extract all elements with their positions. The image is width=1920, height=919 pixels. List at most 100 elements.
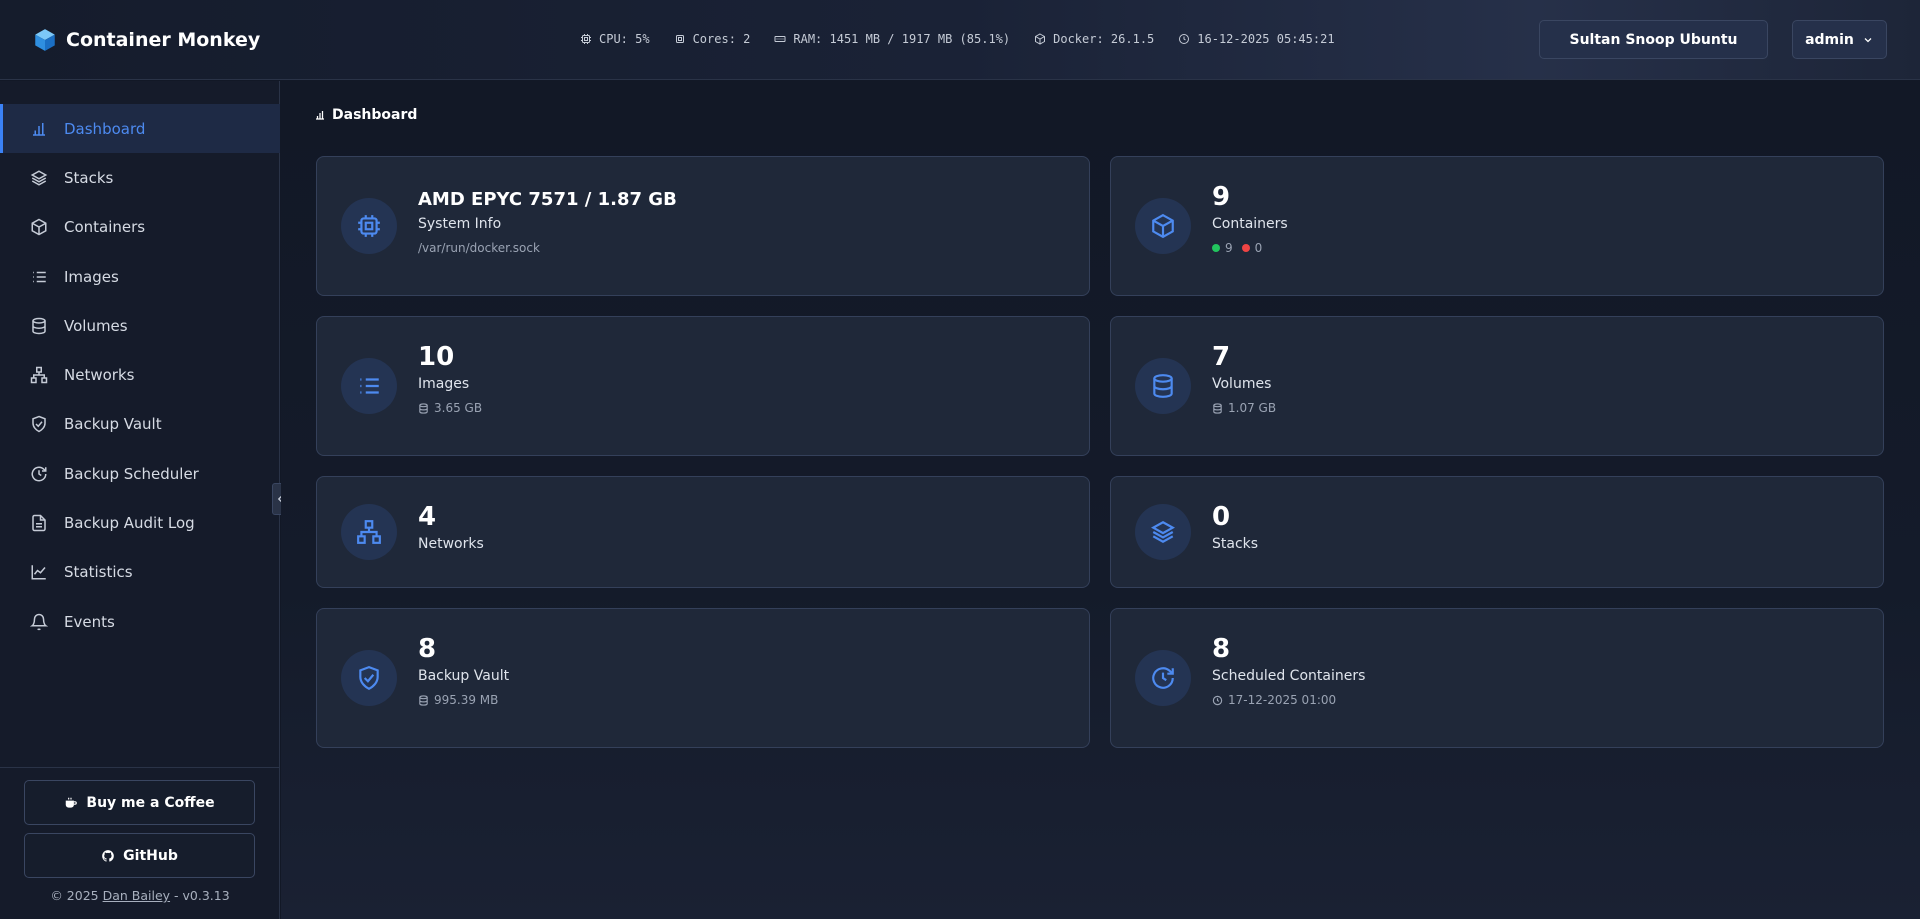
list-icon xyxy=(360,378,379,394)
clock-icon xyxy=(1212,695,1223,705)
github-icon xyxy=(102,849,114,862)
system-info-label: System Info xyxy=(418,216,502,232)
containers-card[interactable]: 9 Containers 9 0 xyxy=(1110,156,1884,296)
card-content: 8 Scheduled Containers 17-12-2025 01:00 xyxy=(1212,634,1365,707)
brand[interactable]: Container Monkey xyxy=(32,26,260,54)
stopped-dot xyxy=(1241,244,1250,252)
sidebar-item-dashboard[interactable]: Dashboard xyxy=(0,104,280,154)
sidebar-item-containers[interactable]: Containers xyxy=(0,203,280,252)
sidebar-item-volumes[interactable]: Volumes xyxy=(0,301,280,350)
card-icon-circle xyxy=(1135,358,1191,414)
layers-icon xyxy=(1151,521,1175,543)
card-icon-circle xyxy=(1135,504,1191,560)
network-icon xyxy=(357,520,381,544)
box-icon xyxy=(1152,213,1174,239)
sidebar-item-label: Backup Vault xyxy=(64,415,162,434)
containers-status: 9 0 xyxy=(1212,241,1288,255)
volumes-size-value: 1.07 GB xyxy=(1228,401,1277,415)
shield-check-icon xyxy=(32,416,46,433)
sidebar-item-networks[interactable]: Networks xyxy=(0,350,280,399)
sidebar-item-images[interactable]: Images xyxy=(0,252,280,301)
sidebar-item-backup-audit-log[interactable]: Backup Audit Log xyxy=(0,498,280,547)
containers-count: 9 xyxy=(1212,182,1231,212)
datetime-stat: 16-12-2025 05:45:21 xyxy=(1178,32,1335,46)
host-label: Sultan Snoop Ubuntu xyxy=(1569,31,1738,48)
networks-card[interactable]: 4 Networks xyxy=(316,476,1090,588)
scheduled-containers-card[interactable]: 8 Scheduled Containers 17-12-2025 01:00 xyxy=(1110,608,1884,748)
box-icon xyxy=(31,218,47,236)
memory-icon xyxy=(774,36,786,42)
database-icon xyxy=(419,402,428,414)
cube-logo-icon xyxy=(35,29,55,51)
sidebar-item-stacks[interactable]: Stacks xyxy=(0,153,280,202)
bar-chart-icon xyxy=(33,122,45,136)
images-card[interactable]: 10 Images 3.65 GB xyxy=(316,316,1090,456)
host-selector-button[interactable]: Sultan Snoop Ubuntu xyxy=(1539,20,1768,59)
sidebar-item-backup-vault[interactable]: Backup Vault xyxy=(0,400,280,449)
running-dot xyxy=(1212,244,1220,252)
database-icon xyxy=(419,694,428,706)
card-icon-circle xyxy=(1135,198,1191,254)
images-label: Images xyxy=(418,376,470,392)
clock-refresh-icon xyxy=(31,466,47,482)
github-label: GitHub xyxy=(123,847,178,864)
user-menu-button[interactable]: admin xyxy=(1792,20,1887,59)
list-icon xyxy=(33,271,46,282)
line-chart-icon xyxy=(31,565,46,580)
card-icon-circle xyxy=(341,504,397,560)
sidebar-item-label: Stacks xyxy=(64,168,114,187)
clock-refresh-icon xyxy=(1152,667,1174,689)
bar-chart-icon xyxy=(316,111,324,120)
card-icon-circle xyxy=(1135,650,1191,706)
docker-stat: Docker: 26.1.5 xyxy=(1034,32,1154,46)
card-content: 10 Images 3.65 GB xyxy=(418,342,482,415)
github-button[interactable]: GitHub xyxy=(24,833,255,878)
footer-copyright: © 2025 Dan Bailey - v0.3.13 xyxy=(0,888,280,903)
backup-vault-card[interactable]: 8 Backup Vault 995.39 MB xyxy=(316,608,1090,748)
docker-socket-path: /var/run/docker.sock xyxy=(418,241,540,255)
volumes-count: 7 xyxy=(1212,342,1231,372)
sidebar-item-label: Statistics xyxy=(64,563,133,582)
sidebar-item-statistics[interactable]: Statistics xyxy=(0,548,280,597)
sidebar-item-label: Backup Audit Log xyxy=(64,514,195,533)
backup-vault-size: 995.39 MB xyxy=(418,693,509,707)
box-icon xyxy=(1035,33,1046,45)
stacks-label: Stacks xyxy=(1212,536,1259,552)
sidebar-item-label: Backup Scheduler xyxy=(64,464,199,483)
sidebar-item-events[interactable]: Events xyxy=(0,597,280,646)
user-label: admin xyxy=(1805,31,1854,48)
next-schedule-value: 17-12-2025 01:00 xyxy=(1228,693,1337,707)
sidebar-item-label: Networks xyxy=(64,366,135,385)
backup-vault-label: Backup Vault xyxy=(418,668,510,684)
stacks-count: 0 xyxy=(1212,502,1231,532)
coffee-label: Buy me a Coffee xyxy=(86,794,215,811)
backup-vault-count: 8 xyxy=(418,634,437,664)
card-content: 7 Volumes 1.07 GB xyxy=(1212,342,1276,415)
page-title: Dashboard xyxy=(332,107,418,123)
clock-icon xyxy=(1179,34,1190,44)
stacks-card[interactable]: 0 Stacks xyxy=(1110,476,1884,588)
card-icon-circle xyxy=(341,198,397,254)
system-info-card[interactable]: AMD EPYC 7571 / 1.87 GB System Info /var… xyxy=(316,156,1090,296)
card-content: 4 Networks xyxy=(418,502,484,552)
breadcrumb: Dashboard xyxy=(314,107,417,123)
database-icon xyxy=(32,317,46,335)
sidebar-nav: Dashboard Stacks Containers Images Volum… xyxy=(0,104,280,646)
docker-version: Docker: 26.1.5 xyxy=(1053,32,1155,46)
cpu-icon xyxy=(581,34,591,44)
buy-coffee-button[interactable]: Buy me a Coffee xyxy=(24,780,255,825)
images-count: 10 xyxy=(418,342,455,372)
sidebar-item-backup-scheduler[interactable]: Backup Scheduler xyxy=(0,449,280,498)
networks-count: 4 xyxy=(418,502,437,532)
next-schedule: 17-12-2025 01:00 xyxy=(1212,693,1365,707)
bell-icon xyxy=(30,613,48,630)
images-size: 3.65 GB xyxy=(418,401,482,415)
sidebar-divider xyxy=(0,767,280,768)
main-content: Dashboard AMD EPYC 7571 / 1.87 GB System… xyxy=(281,81,1920,919)
sidebar-item-label: Images xyxy=(64,267,119,286)
author-link[interactable]: Dan Bailey xyxy=(103,888,170,903)
database-icon xyxy=(1153,374,1173,398)
scheduled-label: Scheduled Containers xyxy=(1212,668,1366,684)
network-icon xyxy=(30,366,48,384)
volumes-card[interactable]: 7 Volumes 1.07 GB xyxy=(1110,316,1884,456)
